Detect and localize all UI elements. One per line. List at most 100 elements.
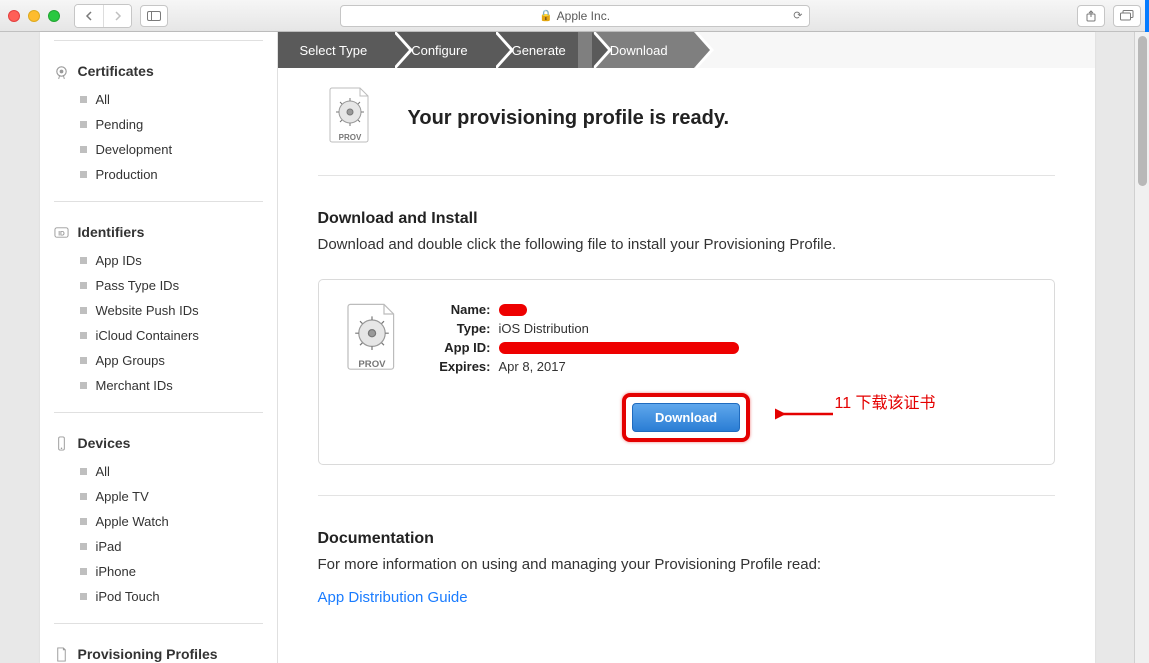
document-icon (54, 646, 70, 662)
svg-text:PROV: PROV (338, 133, 361, 142)
annotation-text: 11 下载该证书 (835, 389, 936, 413)
device-icon (54, 435, 70, 451)
sidebar-item-label: All (96, 92, 110, 107)
annotation-arrow-icon (775, 405, 835, 423)
step-select-type[interactable]: Select Type (278, 32, 394, 68)
scrollbar[interactable] (1134, 32, 1149, 663)
field-label: Expires: (433, 359, 491, 374)
svg-text:PROV: PROV (358, 359, 386, 370)
share-button[interactable] (1077, 5, 1105, 27)
info-appid: App ID: (433, 340, 739, 355)
bullet-icon (80, 171, 87, 178)
sidebar-item-app-ids[interactable]: App IDs (54, 248, 263, 273)
sidebar-item-apple-watch[interactable]: Apple Watch (54, 509, 263, 534)
sidebar-item-label: iCloud Containers (96, 328, 199, 343)
bullet-icon (80, 121, 87, 128)
sidebar-item-website-push-ids[interactable]: Website Push IDs (54, 298, 263, 323)
window-zoom-button[interactable] (48, 10, 60, 22)
bullet-icon (80, 332, 87, 339)
sidebar-item-cert-production[interactable]: Production (54, 162, 263, 187)
nav-back-button[interactable] (75, 5, 103, 27)
sidebar-item-label: Apple TV (96, 489, 149, 504)
info-expires: Expires: Apr 8, 2017 (433, 359, 739, 374)
bullet-icon (80, 146, 87, 153)
sidebar-item-cert-development[interactable]: Development (54, 137, 263, 162)
sidebar-item-label: iPhone (96, 564, 136, 579)
sidebar-top-rule (54, 40, 263, 41)
sidebar-item-cert-pending[interactable]: Pending (54, 112, 263, 137)
sidebar-section-devices: Devices All Apple TV Apple Watch iPad iP… (54, 435, 263, 609)
sidebar-heading-label: Devices (78, 435, 131, 451)
bullet-icon (80, 96, 87, 103)
window-close-button[interactable] (8, 10, 20, 22)
bullet-icon (80, 493, 87, 500)
steps-rest (694, 32, 1095, 68)
sidebar-item-label: Pending (96, 117, 144, 132)
window-minimize-button[interactable] (28, 10, 40, 22)
sidebar: Certificates All Pending Development Pro… (40, 32, 278, 663)
window-traffic-lights (8, 10, 60, 22)
sidebar-section-identifiers: ID Identifiers App IDs Pass Type IDs Web… (54, 224, 263, 398)
nav-forward-button[interactable] (103, 5, 131, 27)
bullet-icon (80, 382, 87, 389)
bullet-icon (80, 257, 87, 264)
bullet-icon (80, 568, 87, 575)
sidebar-item-label: Pass Type IDs (96, 278, 180, 293)
main: Select Type Configure Generate Download (278, 32, 1095, 663)
sidebar-item-cert-all[interactable]: All (54, 87, 263, 112)
download-install-body: Download and double click the following … (318, 234, 1055, 255)
main-body: PROV Your provisioning profile is ready.… (278, 68, 1095, 663)
id-icon: ID (54, 224, 70, 240)
info-type: Type: iOS Distribution (433, 321, 739, 336)
documentation-title: Documentation (318, 530, 1055, 548)
nav-back-forward (74, 4, 132, 28)
page: Certificates All Pending Development Pro… (0, 32, 1134, 663)
sidebar-item-apple-tv[interactable]: Apple TV (54, 484, 263, 509)
sidebar-item-app-groups[interactable]: App Groups (54, 348, 263, 373)
sidebar-item-ipad[interactable]: iPad (54, 534, 263, 559)
bullet-icon (80, 543, 87, 550)
sidebar-item-iphone[interactable]: iPhone (54, 559, 263, 584)
sidebar-item-label: App Groups (96, 353, 165, 368)
reload-icon[interactable]: ⟳ (793, 9, 802, 22)
sidebar-item-label: Website Push IDs (96, 303, 199, 318)
url-bar[interactable]: 🔒 Apple Inc. ⟳ (340, 5, 810, 27)
page-inner: Certificates All Pending Development Pro… (40, 32, 1095, 663)
sidebar-item-icloud-containers[interactable]: iCloud Containers (54, 323, 263, 348)
divider (54, 412, 263, 413)
field-value: Apr 8, 2017 (499, 359, 566, 374)
sidebar-heading-label: Provisioning Profiles (78, 646, 218, 662)
sidebar-heading-profiles[interactable]: Provisioning Profiles (54, 646, 263, 662)
sidebar-item-ipod-touch[interactable]: iPod Touch (54, 584, 263, 609)
sidebar-item-label: App IDs (96, 253, 142, 268)
field-label: Type: (433, 321, 491, 336)
content-area: Certificates All Pending Development Pro… (0, 32, 1149, 663)
info-name: Name: (433, 302, 739, 317)
bullet-icon (80, 357, 87, 364)
sidebar-item-devices-all[interactable]: All (54, 459, 263, 484)
sidebar-item-pass-type-ids[interactable]: Pass Type IDs (54, 273, 263, 298)
bullet-icon (80, 518, 87, 525)
ready-title: Your provisioning profile is ready. (408, 107, 730, 130)
bullet-icon (80, 282, 87, 289)
divider (54, 201, 263, 202)
scroll-thumb[interactable] (1138, 36, 1147, 186)
download-button[interactable]: Download (632, 403, 740, 432)
prov-icon-large: PROV (343, 302, 403, 379)
ready-row: PROV Your provisioning profile is ready. (318, 86, 1055, 176)
field-value: iOS Distribution (499, 321, 589, 336)
tabs-button[interactable] (1113, 5, 1141, 27)
sidebar-heading-devices[interactable]: Devices (54, 435, 263, 451)
sidebar-item-merchant-ids[interactable]: Merchant IDs (54, 373, 263, 398)
sidebar-item-label: Merchant IDs (96, 378, 173, 393)
app-distribution-guide-link[interactable]: App Distribution Guide (318, 589, 1055, 606)
sidebar-heading-identifiers[interactable]: ID Identifiers (54, 224, 263, 240)
show-sidebar-button[interactable] (140, 5, 168, 27)
toolbar-right (1077, 5, 1141, 27)
sidebar-heading-certificates[interactable]: Certificates (54, 63, 263, 79)
sidebar-section-certificates: Certificates All Pending Development Pro… (54, 63, 263, 187)
sidebar-item-label: Apple Watch (96, 514, 169, 529)
step-label: Generate (512, 43, 566, 58)
breadcrumb-steps: Select Type Configure Generate Download (278, 32, 1095, 68)
step-label: Download (610, 43, 668, 58)
